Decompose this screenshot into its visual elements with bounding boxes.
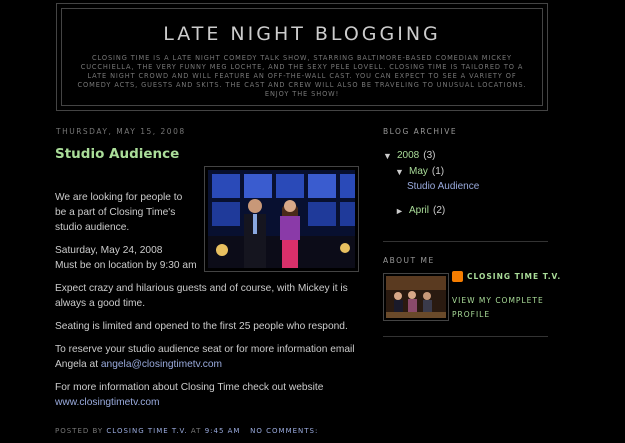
archive-post-link[interactable]: Studio Audience xyxy=(407,181,479,192)
profile-name-link[interactable]: Closing Time T.V. xyxy=(467,272,561,281)
profile-photo[interactable] xyxy=(383,273,449,321)
view-profile-link[interactable]: View my complete profile xyxy=(452,294,548,322)
website-link[interactable]: www.closingtimetv.com xyxy=(55,397,160,408)
post-body: We are looking for people to be a part o… xyxy=(55,190,360,410)
post-date: Thursday, May 15, 2008 xyxy=(56,127,186,136)
event-arrival: Must be on location by 9:30 am xyxy=(55,260,197,271)
blog-archive-list: ▼ 2008 (3) ▼ May (1) Studio Audience ► A… xyxy=(383,148,548,218)
post-paragraph-reserve: To reserve your studio audience seat or … xyxy=(55,342,360,372)
blog-header-inner: LATE NIGHT BLOGGING Closing Time is a la… xyxy=(61,8,543,106)
archive-month-count: (1) xyxy=(431,166,445,177)
main-column: Thursday, May 15, 2008 Studio Audience xyxy=(55,127,365,408)
archive-year-row: ▼ 2008 (3) xyxy=(383,148,548,163)
archive-month2-count: (2) xyxy=(433,205,446,216)
profile-image-art xyxy=(386,276,446,318)
post-footer: Posted by Closing Time T.V. at 9:45 AM N… xyxy=(55,427,318,435)
post-paragraph-expect: Expect crazy and hilarious guests and of… xyxy=(55,283,348,309)
website-text: For more information about Closing Time … xyxy=(55,382,324,393)
collapse-toggle-icon[interactable]: ► xyxy=(395,206,409,216)
event-date: Saturday, May 24, 2008 xyxy=(55,245,163,256)
blog-title[interactable]: LATE NIGHT BLOGGING xyxy=(62,23,542,45)
post-title[interactable]: Studio Audience xyxy=(55,146,365,162)
footer-time-link[interactable]: 9:45 AM xyxy=(205,427,241,435)
blog-header: LATE NIGHT BLOGGING Closing Time is a la… xyxy=(56,3,548,111)
expand-toggle-icon[interactable]: ▼ xyxy=(395,167,409,177)
footer-author-link[interactable]: Closing Time T.V. xyxy=(106,427,187,435)
footer-at: at xyxy=(190,427,202,435)
blog-description: Closing Time is a late night comedy talk… xyxy=(77,54,527,98)
archive-year-count: (3) xyxy=(423,150,436,161)
archive-month2-row: ► April (2) xyxy=(383,203,548,218)
expand-toggle-icon[interactable]: ▼ xyxy=(383,151,397,161)
sidebar: Blog Archive ▼ 2008 (3) ▼ May (1) Studio… xyxy=(383,127,560,337)
archive-post-row: Studio Audience xyxy=(383,179,548,194)
sidebar-divider-bottom xyxy=(383,336,548,337)
about-me-heading: About Me xyxy=(383,256,435,265)
archive-month2-link[interactable]: April xyxy=(409,205,429,216)
post-paragraph-intro: We are looking for people to be a part o… xyxy=(55,192,183,233)
post-paragraph-website: For more information about Closing Time … xyxy=(55,380,360,410)
sidebar-divider xyxy=(383,241,548,242)
archive-month-link[interactable]: May xyxy=(409,166,428,177)
blog-archive-heading: Blog Archive xyxy=(383,127,458,136)
blogger-icon xyxy=(452,271,463,282)
footer-comments-link[interactable]: No comments: xyxy=(250,427,318,435)
archive-month-row: ▼ May (1) xyxy=(383,164,548,179)
email-link[interactable]: angela@closingtimetv.com xyxy=(101,359,222,370)
post-paragraph-date: Saturday, May 24, 2008 Must be on locati… xyxy=(55,243,360,273)
post-paragraph-seating: Seating is limited and opened to the fir… xyxy=(55,321,348,332)
profile-image xyxy=(386,276,446,318)
archive-year-link[interactable]: 2008 xyxy=(397,150,419,161)
footer-posted-by: Posted by xyxy=(55,427,104,435)
